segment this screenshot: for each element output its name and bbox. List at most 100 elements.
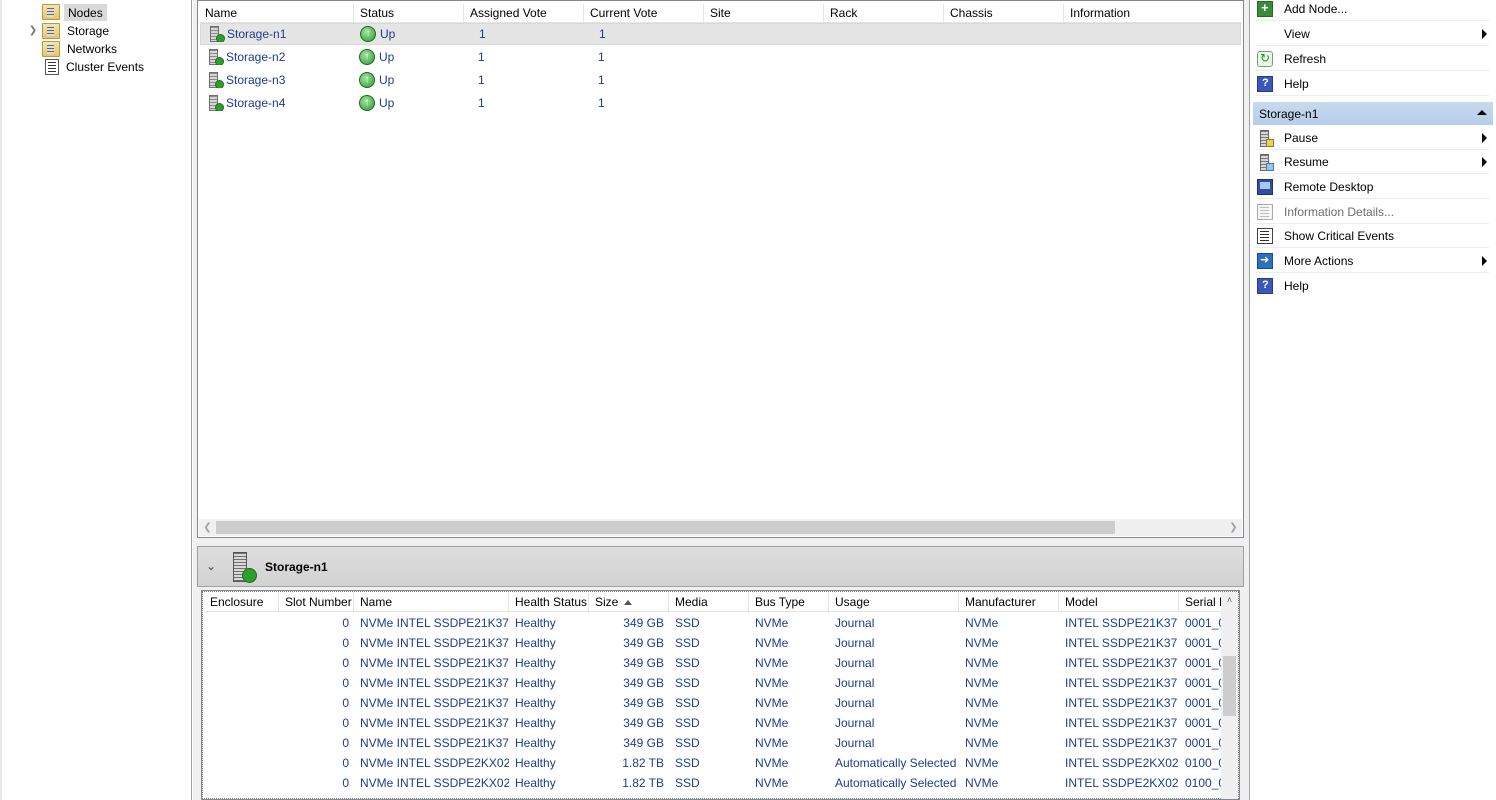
column-header-media[interactable]: Media	[669, 593, 749, 612]
node-row[interactable]: Storage-n4 ↑ Up 1 1	[200, 92, 1241, 114]
disk-serial-number: 0001_0	[1185, 616, 1224, 630]
action-remote-desktop[interactable]: Remote Desktop	[1255, 175, 1489, 199]
disk-model: INTEL SSDPE21K37	[1065, 736, 1178, 750]
disk-serial-number: 0001_0	[1185, 736, 1224, 750]
column-header-disk-name[interactable]: Name	[354, 593, 509, 612]
disk-model: INTEL SSDPE21K37	[1065, 676, 1178, 690]
disk-bus-type: NVMe	[755, 736, 789, 750]
action-help[interactable]: Help	[1255, 72, 1489, 96]
disk-manufacturer: NVMe	[965, 736, 999, 750]
disk-model: INTEL SSDPE2KX02	[1065, 756, 1179, 770]
action-resume[interactable]: Resume	[1255, 150, 1489, 174]
column-header-bus-type[interactable]: Bus Type	[749, 593, 829, 612]
tree-item-label: Storage	[67, 23, 110, 38]
column-header-manufacturer[interactable]: Manufacturer	[959, 593, 1059, 612]
column-header-size[interactable]: Size	[589, 593, 669, 612]
action-add-node[interactable]: Add Node...	[1255, 0, 1489, 21]
disk-row[interactable]: 0 NVMe INTEL SSDPE2KX02 Healthy 1.82 TB SSD N…	[204, 753, 1224, 773]
node-name: Storage-n4	[226, 96, 286, 110]
disk-row[interactable]: 0 NVMe INTEL SSDPE21K37 Healthy 349 GB SSD NV…	[204, 633, 1224, 653]
column-header-enclosure[interactable]: Enclosure	[204, 593, 279, 612]
column-header-assigned-vote[interactable]: Assigned Vote	[464, 4, 584, 23]
disk-row[interactable]: 0 NVMe INTEL SSDPE21K37 Healthy 349 GB SSD NV…	[204, 693, 1224, 713]
disk-health-status: Healthy	[515, 716, 556, 730]
disk-row[interactable]: 0 NVMe INTEL SSDPE21K37 Healthy 349 GB SSD NV…	[204, 653, 1224, 673]
scroll-left-arrow-icon[interactable]: ❮	[199, 519, 216, 536]
tree-item-storage[interactable]: Storage	[42, 22, 112, 40]
collapse-details-chevron-icon[interactable]: ⌄	[206, 559, 216, 573]
submenu-arrow-icon	[1482, 157, 1487, 167]
scroll-right-arrow-icon[interactable]: ❯	[1225, 519, 1242, 536]
action-refresh[interactable]: Refresh	[1255, 47, 1489, 71]
disk-row[interactable]: 0 NVMe INTEL SSDPE21K37 Healthy 349 GB SSD NV…	[204, 613, 1224, 633]
disk-row[interactable]: 0 NVMe INTEL SSDPE21K37 Healthy 349 GB SSD NV…	[204, 673, 1224, 693]
disk-size: 349 GB	[623, 636, 664, 650]
storage-folder-icon	[42, 23, 60, 39]
column-header-information[interactable]: Information	[1064, 4, 1242, 23]
node-row[interactable]: Storage-n3 ↑ Up 1 1	[200, 69, 1241, 91]
disk-model: INTEL SSDPE2KX02	[1065, 776, 1179, 790]
action-more-actions[interactable]: More Actions	[1255, 249, 1489, 273]
disk-serial-number: 0100_0	[1185, 756, 1224, 770]
action-help-node[interactable]: Help	[1255, 274, 1489, 298]
server-node-icon	[208, 72, 224, 88]
node-row[interactable]: Storage-n1 ↑ Up 1 1	[200, 23, 1241, 45]
action-information-details[interactable]: Information Details...	[1255, 200, 1489, 224]
disk-row[interactable]: 0 NVMe INTEL SSDPE21K37 Healthy 349 GB SSD NV…	[204, 733, 1224, 753]
disk-name: NVMe INTEL SSDPE21K37	[360, 716, 509, 730]
actions-section-header[interactable]: Storage-n1	[1253, 102, 1493, 125]
more-actions-icon	[1257, 252, 1273, 269]
scrollbar-thumb[interactable]	[1223, 656, 1236, 716]
status-up-icon: ↑	[360, 26, 376, 42]
disk-media: SSD	[675, 736, 700, 750]
column-header-slot-number[interactable]: Slot Number	[279, 593, 354, 612]
action-label: Help	[1284, 279, 1309, 293]
column-header-status[interactable]: Status	[354, 4, 464, 23]
disk-name: NVMe INTEL SSDPE21K37	[360, 636, 509, 650]
status-up-icon: ↑	[359, 49, 375, 65]
expand-storage-chevron-icon[interactable]: ❯	[28, 22, 38, 40]
column-header-site[interactable]: Site	[704, 4, 824, 23]
disk-media: SSD	[675, 656, 700, 670]
disk-manufacturer: NVMe	[965, 776, 999, 790]
scrollbar-thumb[interactable]	[216, 521, 1115, 534]
column-header-serial-number[interactable]: Serial N	[1179, 593, 1224, 612]
column-header-rack[interactable]: Rack	[824, 4, 944, 23]
disk-row[interactable]: 0 NVMe INTEL SSDPE21K37 Healthy 349 GB SSD NV…	[204, 713, 1224, 733]
horizontal-scrollbar[interactable]: ❮ ❯	[199, 519, 1242, 536]
action-view[interactable]: View	[1255, 22, 1489, 46]
disk-row[interactable]: 0 NVMe INTEL SSDPE2KX02 Healthy 1.82 TB SSD N…	[204, 773, 1224, 793]
node-current-vote: 1	[598, 73, 605, 87]
column-header-current-vote[interactable]: Current Vote	[584, 4, 704, 23]
collapse-section-icon[interactable]	[1477, 110, 1487, 115]
disk-manufacturer: NVMe	[965, 636, 999, 650]
action-show-critical-events[interactable]: Show Critical Events	[1255, 224, 1489, 248]
action-label: View	[1284, 26, 1310, 41]
disk-name: NVMe INTEL SSDPE21K37	[360, 616, 509, 630]
disk-health-status: Healthy	[515, 616, 556, 630]
action-pause[interactable]: Pause	[1255, 126, 1489, 150]
tree-item-networks[interactable]: Networks	[42, 40, 120, 58]
disk-slot-number: 0	[342, 716, 349, 730]
status-up-icon: ↑	[359, 95, 375, 111]
vertical-scrollbar[interactable]: ˄	[1221, 592, 1238, 799]
disk-bus-type: NVMe	[755, 716, 789, 730]
column-header-chassis[interactable]: Chassis	[944, 4, 1064, 23]
disk-health-status: Healthy	[515, 676, 556, 690]
node-row[interactable]: Storage-n2 ↑ Up 1 1	[200, 46, 1241, 68]
submenu-arrow-icon	[1482, 29, 1487, 39]
disk-usage: Journal	[835, 736, 875, 750]
action-label: Add Node...	[1284, 1, 1348, 16]
size-header-label: Size	[595, 595, 619, 609]
tree-item-cluster-events[interactable]: Cluster Events	[42, 58, 147, 76]
column-header-usage[interactable]: Usage	[829, 593, 959, 612]
tree-item-nodes[interactable]: Nodes	[42, 3, 107, 21]
column-header-model[interactable]: Model	[1059, 593, 1179, 612]
remote-desktop-icon	[1257, 178, 1273, 195]
disk-health-status: Healthy	[515, 656, 556, 670]
column-header-name[interactable]: Name	[199, 4, 354, 23]
scroll-up-arrow-icon[interactable]: ˄	[1221, 592, 1238, 609]
column-header-health-status[interactable]: Health Status	[509, 593, 589, 612]
details-pane-header: ⌄ Storage-n1	[197, 546, 1244, 587]
disk-name: NVMe INTEL SSDPE21K37	[360, 676, 509, 690]
